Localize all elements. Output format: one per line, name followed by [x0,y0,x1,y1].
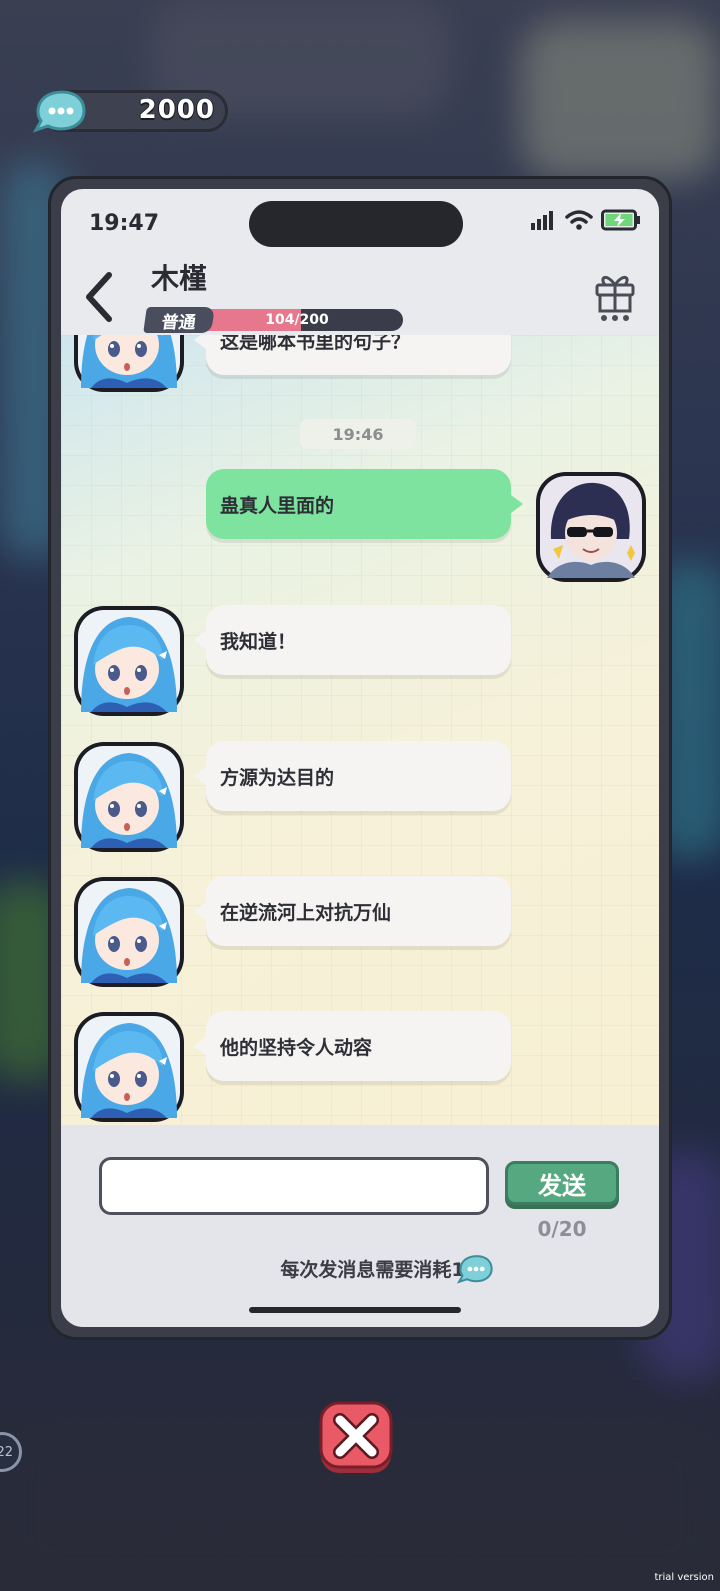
message-row: 蛊真人里面的 [61,469,659,589]
message-bubble-outgoing: 蛊真人里面的 [206,469,523,539]
rank-label: 普通 [160,312,198,333]
phone-notch [249,201,463,247]
message-input[interactable] [99,1157,489,1215]
watermark: trial version [654,1572,714,1583]
home-indicator [249,1307,461,1313]
contact-avatar [71,603,187,719]
send-button[interactable]: 发送 [505,1161,619,1205]
anime-girl-avatar [74,1012,184,1122]
back-button[interactable] [79,269,119,325]
message-row: 这是哪本书里的句子？ [61,335,659,399]
phone-frame: 19:47 木槿 104/200 普通 这是哪本书里的句子？ 19:46 蛊真人… [48,176,672,1340]
anime-boy-avatar [536,472,646,582]
gift-icon[interactable] [593,269,637,323]
message-row: 方源为达目的 [61,739,659,859]
char-counter: 0/20 [537,1217,587,1241]
message-row: 我知道！ [61,603,659,723]
cost-note: 每次发消息需要消耗100 [280,1259,491,1281]
background-blur [520,20,720,180]
currency-value: 2000 [138,95,215,125]
signal-icon [531,211,553,230]
user-avatar [533,469,649,585]
chat-bubble-coin-icon [32,90,86,133]
contact-avatar [71,335,187,395]
message-bubble-incoming: 方源为达目的 [194,741,511,811]
input-area: 发送 0/20 每次发消息需要消耗100 [61,1125,659,1327]
status-icons [531,209,641,231]
chat-list[interactable]: 这是哪本书里的句子？ 19:46 蛊真人里面的 我知道！ 方源为达目的 在逆流河… [61,335,659,1125]
message-bubble-incoming: 我知道！ [194,605,511,675]
anime-girl-avatar [74,742,184,852]
message-row: 在逆流河上对抗万仙 [61,874,659,994]
message-bubble-incoming: 他的坚持令人动容 [194,1011,511,1081]
anime-girl-avatar [74,606,184,716]
contact-name: 木槿 [151,262,208,295]
close-button[interactable] [318,1400,394,1476]
affinity-text: 104/200 [265,312,329,328]
status-time: 19:47 [89,211,160,236]
chat-bubble-coin-icon [456,1255,493,1284]
phone-screen: 19:47 木槿 104/200 普通 这是哪本书里的句子？ 19:46 蛊真人… [61,189,659,1327]
wifi-icon [565,210,593,230]
timestamp-pill: 19:46 [300,419,416,449]
battery-charging-icon [601,209,640,231]
contact-avatar [71,739,187,855]
contact-avatar [71,1009,187,1125]
anime-girl-avatar [74,335,184,392]
side-badge-count: 22 [0,1444,13,1460]
rank-badge: 普通 [143,307,215,333]
affinity-bar: 104/200 [191,309,403,331]
message-row: 他的坚持令人动容 [61,1009,659,1125]
message-bubble-incoming: 这是哪本书里的句子？ [194,335,511,375]
contact-avatar [71,874,187,990]
anime-girl-avatar [74,877,184,987]
message-bubble-incoming: 在逆流河上对抗万仙 [194,876,511,946]
